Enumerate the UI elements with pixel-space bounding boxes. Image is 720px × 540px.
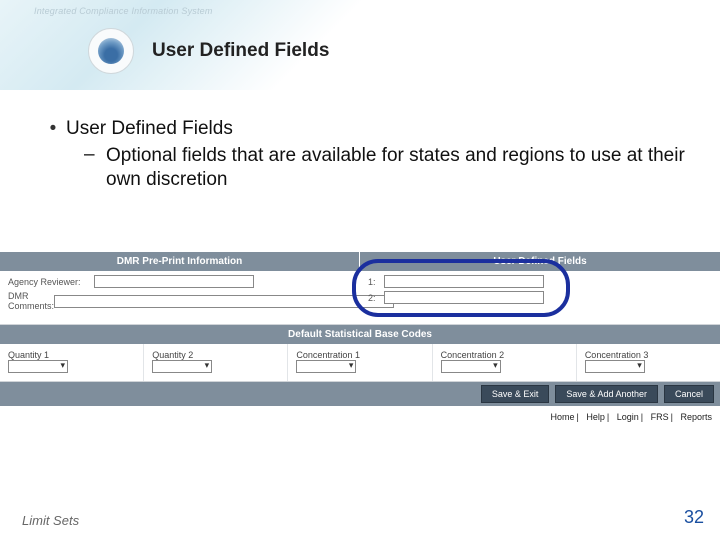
agency-reviewer-label: Agency Reviewer:: [8, 277, 94, 287]
q2-label: Quantity 2: [152, 350, 279, 360]
system-name: Integrated Compliance Information System: [34, 6, 213, 16]
preprint-header: DMR Pre-Print Information: [0, 252, 360, 271]
c3-select[interactable]: [585, 360, 645, 373]
page-number: 32: [684, 507, 704, 528]
stat-codes-header: Default Statistical Base Codes: [0, 325, 720, 344]
sub-bullet-text: Optional fields that are available for s…: [106, 144, 696, 192]
col-q2: Quantity 2: [144, 344, 288, 381]
col-c2: Concentration 2: [433, 344, 577, 381]
dmr-comments-label: DMR Comments:: [8, 291, 54, 311]
dash-icon: –: [84, 144, 106, 166]
c1-label: Concentration 1: [296, 350, 423, 360]
screenshot-panel: DMR Pre-Print Information User Defined F…: [0, 252, 720, 422]
q1-select[interactable]: [8, 360, 68, 373]
body-content: • User Defined Fields – Optional fields …: [40, 118, 700, 192]
link-frs[interactable]: FRS: [651, 412, 669, 422]
c2-label: Concentration 2: [441, 350, 568, 360]
c2-select[interactable]: [441, 360, 501, 373]
c3-label: Concentration 3: [585, 350, 712, 360]
dmr-comments-input[interactable]: [54, 295, 394, 308]
slide-title: User Defined Fields: [152, 40, 329, 62]
cancel-button[interactable]: Cancel: [664, 385, 714, 403]
bullet-icon: •: [40, 118, 66, 140]
highlight-oval: [352, 259, 570, 317]
preprint-body: Agency Reviewer: DMR Comments:: [0, 271, 360, 324]
q2-select[interactable]: [152, 360, 212, 373]
save-add-button[interactable]: Save & Add Another: [555, 385, 658, 403]
footer-links: Home| Help| Login| FRS| Reports: [0, 406, 720, 422]
udf-body: 1: 2:: [360, 271, 720, 324]
bullet-text: User Defined Fields: [66, 118, 233, 140]
col-c3: Concentration 3: [577, 344, 720, 381]
button-bar: Save & Exit Save & Add Another Cancel: [0, 382, 720, 406]
link-reports[interactable]: Reports: [680, 412, 712, 422]
link-help[interactable]: Help: [586, 412, 605, 422]
epa-logo: [88, 28, 134, 74]
link-login[interactable]: Login: [617, 412, 639, 422]
save-exit-button[interactable]: Save & Exit: [481, 385, 550, 403]
footer-section: Limit Sets: [22, 513, 79, 528]
col-q1: Quantity 1: [0, 344, 144, 381]
q1-label: Quantity 1: [8, 350, 135, 360]
link-home[interactable]: Home: [550, 412, 574, 422]
agency-reviewer-input[interactable]: [94, 275, 254, 288]
c1-select[interactable]: [296, 360, 356, 373]
col-c1: Concentration 1: [288, 344, 432, 381]
